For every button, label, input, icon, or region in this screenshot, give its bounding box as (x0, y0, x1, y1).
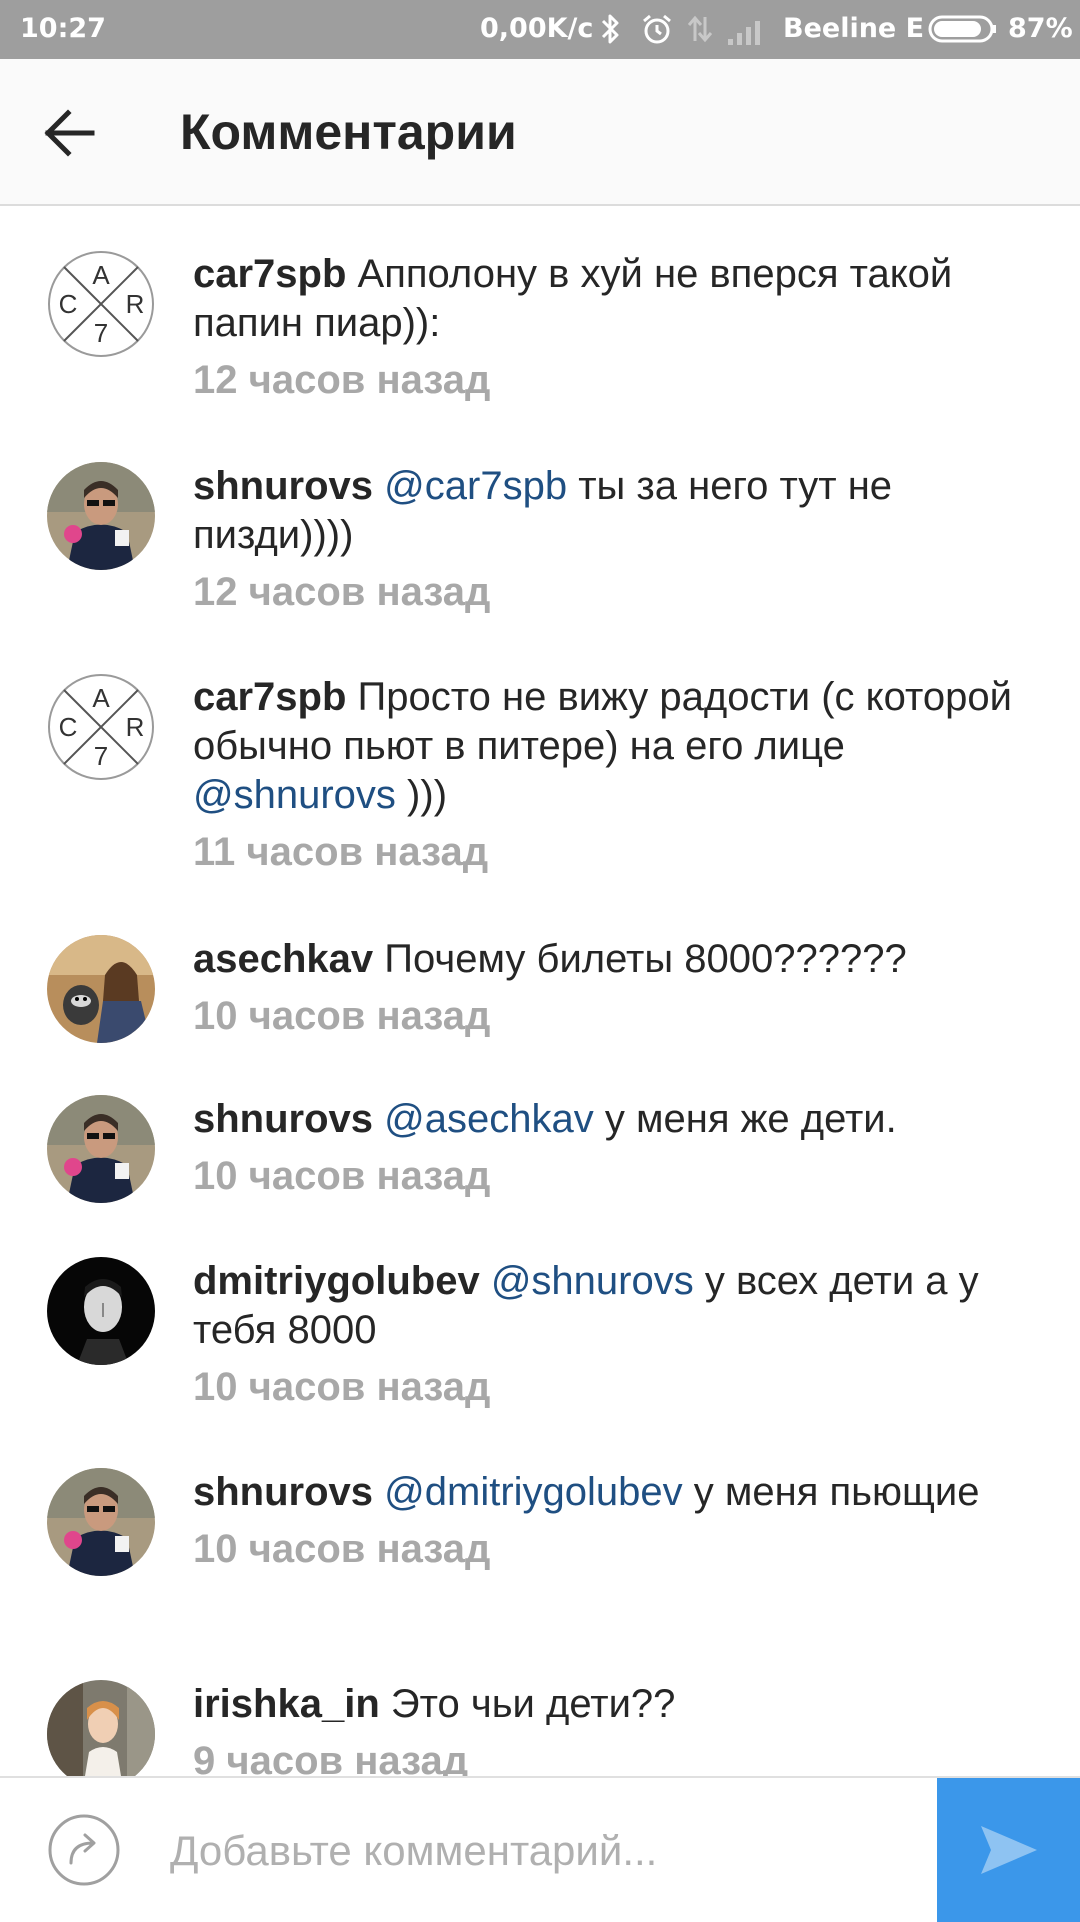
mention-link[interactable]: @dmitriygolubev (384, 1470, 683, 1514)
username[interactable]: dmitriygolubev (193, 1259, 480, 1303)
logo-letter-7: 7 (94, 318, 108, 348)
comment-body: irishka_in Это чьи дети?? 9 часов назад (193, 1680, 1023, 1776)
logo-letter-c: C (59, 289, 78, 319)
profile-photo (47, 1468, 155, 1576)
comment-body: car7spb Просто не вижу радости (с которо… (193, 673, 1023, 877)
avatar[interactable] (47, 462, 155, 570)
comment-text: Почему билеты 8000?????? (384, 937, 907, 981)
comment-time: 10 часов назад (193, 1527, 491, 1571)
logo-letter-a: A (92, 260, 110, 290)
car7-logo: A C R 7 (48, 251, 154, 357)
app-bar: Комментарии (0, 59, 1080, 206)
comment-composer (0, 1776, 1080, 1922)
username[interactable]: asechkav (193, 937, 373, 981)
comment-list[interactable]: A C R 7 car7spb Апполону в хуй не вперся… (0, 206, 1080, 1776)
comment-input[interactable] (168, 1818, 912, 1884)
profile-photo (47, 1095, 155, 1203)
share-arrow-icon[interactable] (47, 1813, 121, 1887)
alarm-icon (643, 14, 671, 44)
logo-letter-r: R (126, 712, 145, 742)
logo-letter-a: A (92, 683, 110, 713)
mention-link[interactable]: @car7spb (384, 464, 567, 508)
signal-icon (728, 21, 760, 45)
comment-time: 10 часов назад (193, 994, 491, 1038)
profile-photo (47, 462, 155, 570)
avatar[interactable] (47, 935, 155, 1043)
status-bar: 10:27 0,00K/c Beeline E 87% (0, 0, 1080, 59)
comment-body: shnurovs @dmitriygolubev у меня пьющие 1… (193, 1468, 1023, 1574)
avatar[interactable] (47, 1680, 155, 1776)
comment-time: 12 часов назад (193, 358, 491, 402)
data-transfer-icon (687, 15, 713, 43)
comment-body: car7spb Апполону в хуй не вперся такой п… (193, 250, 1023, 405)
profile-photo (47, 935, 155, 1043)
comment-body: shnurovs @car7spb ты за него тут не пизд… (193, 462, 1023, 617)
profile-photo (47, 1680, 155, 1776)
comment-time: 11 часов назад (193, 830, 489, 874)
battery-icon (928, 15, 996, 43)
comment-text-after: ))) (407, 773, 448, 817)
comment-body: shnurovs @asechkav у меня же дети. 10 ча… (193, 1095, 1023, 1201)
battery-percent: 87% (1008, 13, 1073, 44)
comment-time: 9 часов назад (193, 1739, 469, 1776)
avatar[interactable] (47, 1095, 155, 1203)
send-button[interactable] (937, 1778, 1080, 1922)
logo-letter-c: C (59, 712, 78, 742)
comment-body: asechkav Почему билеты 8000?????? 10 час… (193, 935, 1023, 1041)
comment-body: dmitriygolubev @shnurovs у всех дети а у… (193, 1257, 1023, 1412)
profile-photo (47, 1257, 155, 1365)
logo-letter-7: 7 (94, 741, 108, 771)
network-speed: 0,00K/c (480, 13, 594, 44)
carrier-name: Beeline E (783, 13, 925, 44)
username[interactable]: irishka_in (193, 1682, 380, 1726)
avatar[interactable]: A C R 7 (47, 250, 155, 358)
username[interactable]: car7spb (193, 252, 346, 296)
comment-time: 10 часов назад (193, 1365, 491, 1409)
comment-text: Это чьи дети?? (390, 1682, 676, 1726)
send-icon (981, 1826, 1037, 1874)
clock: 10:27 (20, 13, 106, 44)
mention-link[interactable]: @shnurovs (193, 773, 396, 817)
page-title: Комментарии (180, 104, 517, 160)
avatar[interactable] (47, 1468, 155, 1576)
mention-link[interactable]: @asechkav (384, 1097, 594, 1141)
back-arrow-icon[interactable] (40, 103, 100, 163)
bluetooth-icon (601, 14, 619, 44)
mention-link[interactable]: @shnurovs (491, 1259, 694, 1303)
username[interactable]: car7spb (193, 675, 346, 719)
comment-text: у меня же дети. (604, 1097, 897, 1141)
username[interactable]: shnurovs (193, 1470, 373, 1514)
comment-time: 10 часов назад (193, 1154, 491, 1198)
logo-letter-r: R (126, 289, 145, 319)
avatar[interactable] (47, 1257, 155, 1365)
username[interactable]: shnurovs (193, 464, 373, 508)
comment-text: у меня пьющие (693, 1470, 980, 1514)
username[interactable]: shnurovs (193, 1097, 373, 1141)
avatar[interactable]: A C R 7 (47, 673, 155, 781)
car7-logo: A C R 7 (48, 674, 154, 780)
comment-time: 12 часов назад (193, 570, 491, 614)
